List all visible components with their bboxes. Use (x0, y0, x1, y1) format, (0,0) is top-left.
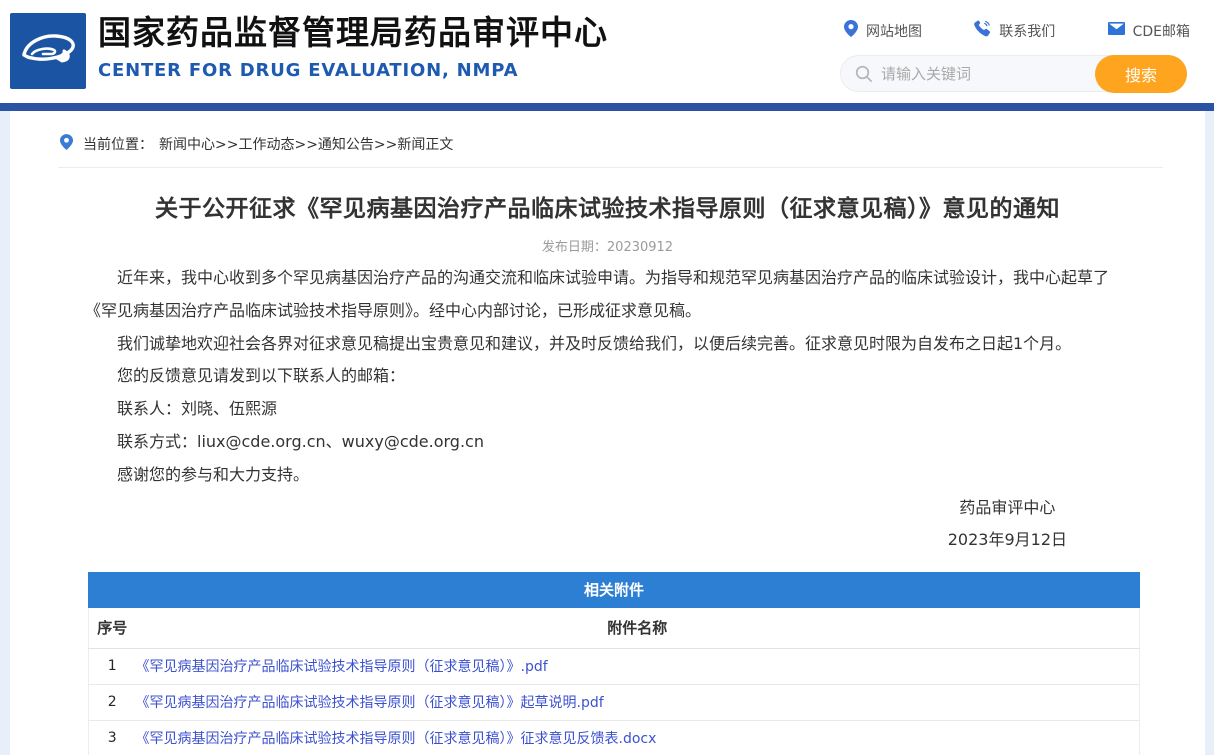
site-titles: 国家药品监督管理局药品审评中心 CENTER FOR DRUG EVALUATI… (98, 9, 608, 81)
attachment-no: 3 (89, 720, 136, 755)
column-header-name: 附件名称 (136, 608, 1140, 648)
attachment-no: 1 (89, 648, 136, 684)
paragraph: 联系人：刘晓、伍熙源 (85, 393, 1137, 426)
attachments-section: 相关附件 序号 附件名称 1 《罕见病基因治疗产品临床试验技术指导原则（征求意见… (88, 572, 1140, 755)
mail-link-label: CDE邮箱 (1133, 21, 1190, 41)
site-header: 国家药品监督管理局药品审评中心 CENTER FOR DRUG EVALUATI… (0, 0, 1214, 103)
breadcrumb: 当前位置： 新闻中心>>工作动态>>通知公告>>新闻正文 (60, 134, 1205, 154)
attachments-title: 相关附件 (88, 572, 1140, 608)
sitemap-link[interactable]: 网站地图 (844, 20, 922, 41)
phone-icon (974, 20, 991, 41)
search-icon (855, 65, 873, 87)
breadcrumb-label: 当前位置： (83, 134, 153, 154)
site-title-cn: 国家药品监督管理局药品审评中心 (98, 9, 608, 57)
paragraph: 感谢您的参与和大力支持。 (85, 459, 1137, 492)
content-page: 当前位置： 新闻中心>>工作动态>>通知公告>>新闻正文 关于公开征求《罕见病基因… (10, 111, 1205, 755)
table-row: 1 《罕见病基因治疗产品临床试验技术指导原则（征求意见稿）》.pdf (89, 648, 1140, 684)
mail-link[interactable]: CDE邮箱 (1108, 20, 1190, 41)
signature-org: 药品审评中心 (948, 492, 1067, 525)
paragraph: 我们诚挚地欢迎社会各界对征求意见稿提出宝贵意见和建议，并及时反馈给我们，以便后续… (85, 328, 1137, 361)
page: 国家药品监督管理局药品审评中心 CENTER FOR DRUG EVALUATI… (0, 0, 1214, 755)
sitemap-link-label: 网站地图 (866, 21, 922, 41)
header-right: 网站地图 联系我们 CDE邮箱 (840, 0, 1190, 92)
attachment-link[interactable]: 《罕见病基因治疗产品临床试验技术指导原则（征求意见稿）》征求意见反馈表.docx (136, 731, 657, 747)
attachment-link[interactable]: 《罕见病基因治疗产品临床试验技术指导原则（征求意见稿）》.pdf (136, 659, 548, 675)
site-title-en: CENTER FOR DRUG EVALUATION, NMPA (98, 60, 608, 81)
search-bar: 搜索 (840, 55, 1187, 92)
breadcrumb-path[interactable]: 新闻中心>>工作动态>>通知公告>>新闻正文 (159, 134, 453, 154)
location-pin-icon (844, 20, 858, 41)
paragraph: 近年来，我中心收到多个罕见病基因治疗产品的沟通交流和临床试验申请。为指导和规范罕… (85, 262, 1137, 328)
article-title: 关于公开征求《罕见病基因治疗产品临床试验技术指导原则（征求意见稿）》意见的通知 (60, 189, 1155, 223)
envelope-icon (1108, 22, 1125, 39)
nav-strip (0, 103, 1214, 111)
contact-link-label: 联系我们 (999, 21, 1055, 41)
article-body: 近年来，我中心收到多个罕见病基因治疗产品的沟通交流和临床试验申请。为指导和规范罕… (85, 262, 1137, 492)
search-input[interactable] (881, 57, 1091, 90)
paragraph: 您的反馈意见请发到以下联系人的邮箱： (85, 360, 1137, 393)
attachment-no: 2 (89, 684, 136, 720)
column-header-no: 序号 (89, 608, 136, 648)
attachment-link[interactable]: 《罕见病基因治疗产品临床试验技术指导原则（征求意见稿）》起草说明.pdf (136, 695, 604, 711)
main-background: 当前位置： 新闻中心>>工作动态>>通知公告>>新闻正文 关于公开征求《罕见病基因… (0, 111, 1214, 755)
table-row: 3 《罕见病基因治疗产品临床试验技术指导原则（征求意见稿）》征求意见反馈表.do… (89, 720, 1140, 755)
signature-block: 药品审评中心 2023年9月12日 (948, 492, 1067, 558)
publish-date: 发布日期：20230912 (10, 236, 1205, 255)
contact-link[interactable]: 联系我们 (974, 20, 1055, 41)
table-row: 2 《罕见病基因治疗产品临床试验技术指导原则（征求意见稿）》起草说明.pdf (89, 684, 1140, 720)
quick-links: 网站地图 联系我们 CDE邮箱 (840, 20, 1190, 41)
paragraph: 联系方式：liux@cde.org.cn、wuxy@cde.org.cn (85, 426, 1137, 459)
breadcrumb-pin-icon (60, 134, 73, 154)
attachments-table: 序号 附件名称 1 《罕见病基因治疗产品临床试验技术指导原则（征求意见稿）》.p… (88, 608, 1140, 755)
breadcrumb-divider (58, 167, 1163, 168)
cde-logo[interactable] (10, 13, 86, 89)
signature-date: 2023年9月12日 (948, 524, 1067, 557)
search-button[interactable]: 搜索 (1095, 55, 1187, 93)
